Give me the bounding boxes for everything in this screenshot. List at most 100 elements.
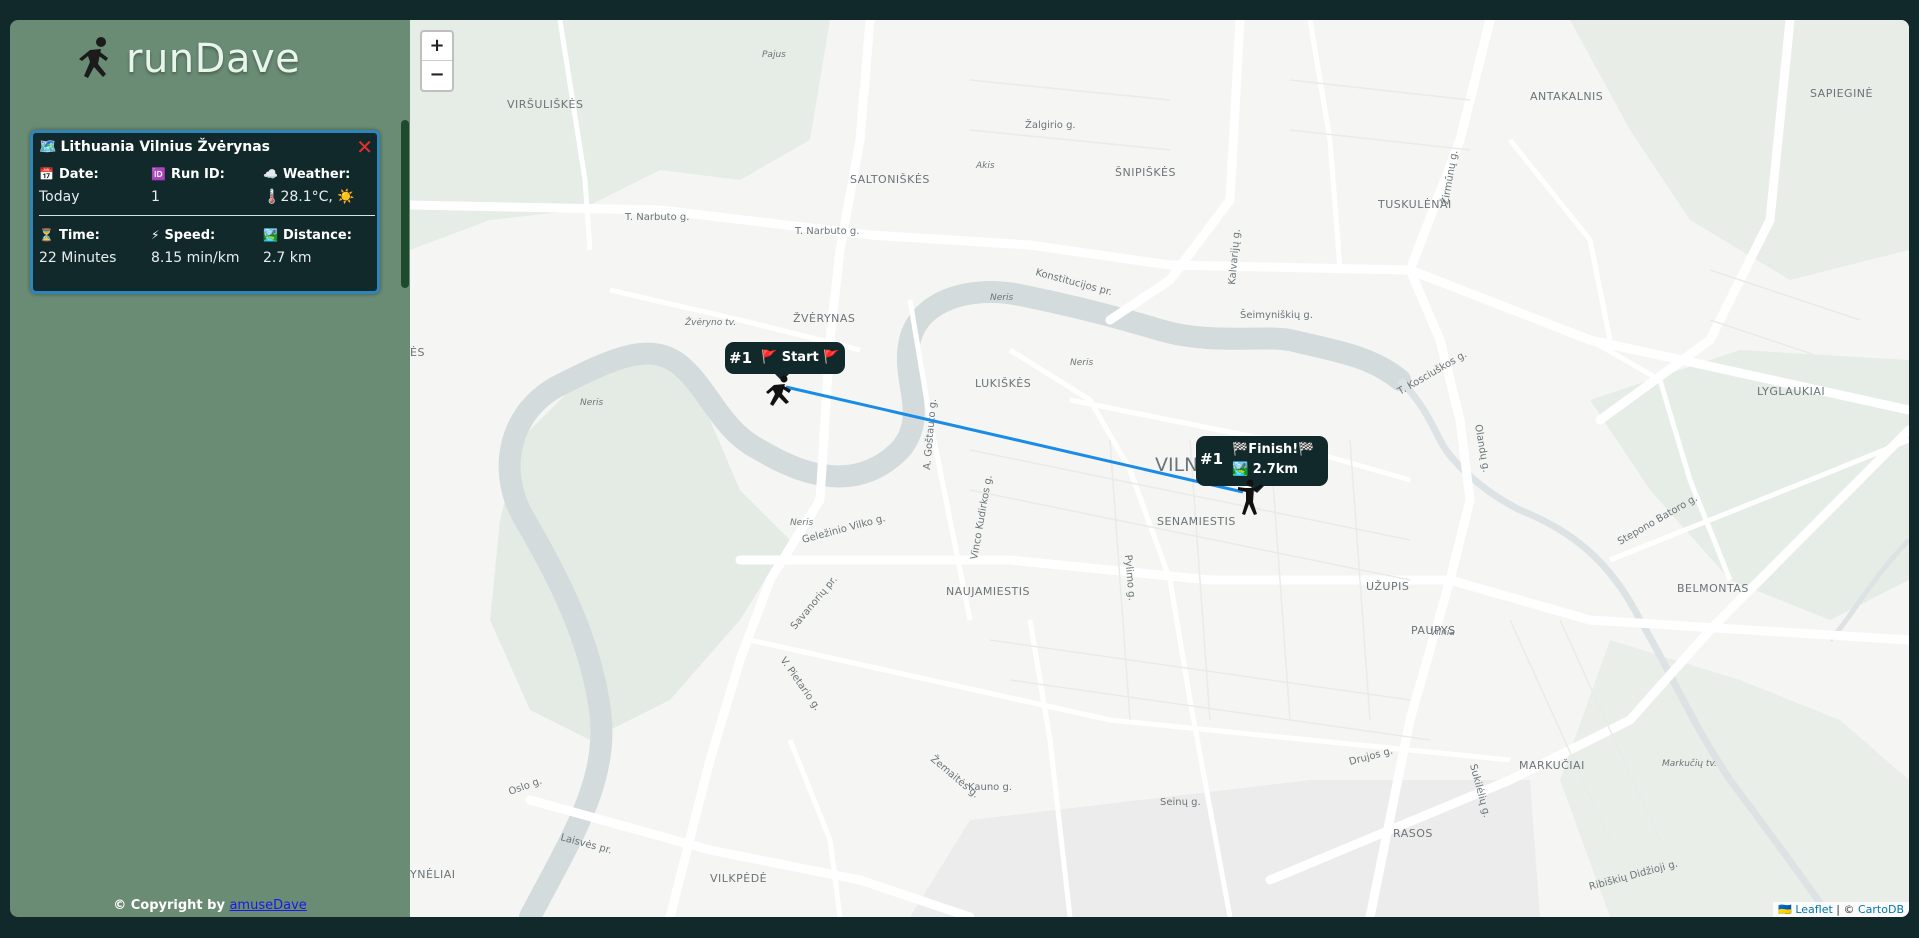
distance-value: 2.7 km [263,250,312,266]
distance-stat: 🏞️ Distance: 2.7 km [263,226,375,268]
map-label: Drujos g. [1348,746,1394,768]
weather-stat: ☁️ Weather: 🌡️28.1°C, ☀️ [263,165,375,207]
map-label: Markučių tv. [1662,758,1717,769]
cloud-icon: ☁️ [263,167,278,181]
date-label: Date: [58,166,99,182]
map-label: Pajus [762,50,786,60]
map-label: Šeimyniškių g. [1240,308,1313,321]
map-label: Kalvarijų g. [1227,228,1243,285]
map-label: VIRŠULIŠKĖS [507,98,583,111]
close-run-button[interactable]: ✕ [356,135,373,159]
map-label: T. Narbuto g. [794,226,859,237]
red-flag-icon: 🚩 [823,350,840,365]
author-link[interactable]: amuseDave [229,898,306,913]
runid-stat: 🆔 Run ID: 1 [151,165,263,207]
map-label: Žemaitės g. [928,752,982,800]
map-label: Akis [975,161,995,171]
map-label: Neris [580,398,603,408]
copyright: © Copyright by amuseDave [10,898,410,913]
map-attribution: 🇺🇦 Leaflet | © CartoDB [1773,902,1909,917]
map-label: MARKUČIAI [1519,759,1585,772]
map-label: SAPIEGINĖ [1810,87,1873,100]
map-label: Vilnia [1430,628,1455,638]
map-label: LYGLAUKIAI [1757,385,1825,398]
sidebar: runDave 🗺️ Lithuania Vilnius Žvėrynas ✕ … [10,20,410,917]
map-label: Kauno g. [968,782,1012,793]
map-label: LUKIŠKĖS [975,377,1031,390]
map-label: Savanorių pr. [789,574,840,632]
time-label: Time: [58,227,100,243]
landscape-icon: 🏞️ [263,228,278,242]
map-label: NAUJAMIESTIS [946,585,1030,598]
map-label: VILKPĖDĖ [710,872,767,885]
map-label: SENAMIESTIS [1157,515,1236,528]
map-label: Žvėryno tv. [684,316,736,328]
finish-runner-marker[interactable] [1230,478,1266,518]
speed-stat: ⚡ Speed: 8.15 min/km [151,226,263,268]
finish-distance: 2.7km [1252,462,1298,477]
landscape-icon: 🏞️ [1232,462,1249,477]
map-label: BELMONTAS [1677,582,1749,595]
map-label: ANTAKALNIS [1530,90,1603,103]
cartodb-link[interactable]: CartoDB [1858,903,1904,916]
run-location: 🗺️ Lithuania Vilnius Žvėrynas [39,139,270,155]
map-label: Neris [990,293,1013,303]
runid-label: Run ID: [170,166,225,182]
map-label: Vinco Kudirkos g. [969,474,995,560]
zoom-out-button[interactable]: − [422,60,452,89]
run-location-text: Lithuania Vilnius Žvėrynas [60,139,270,155]
map-base[interactable]: VIRŠULIŠKĖS SALTONIŠKĖS ŠNIPIŠKĖS ANTAKA… [410,20,1909,917]
app-window: runDave 🗺️ Lithuania Vilnius Žvėrynas ✕ … [10,20,1909,917]
finish-run-number: #1 [1200,450,1224,468]
map-label: YNĖLIAI [410,868,456,881]
finish-label: Finish! [1248,442,1299,457]
hourglass-icon: ⏳ [39,228,54,242]
map-label: T. Narbuto g. [624,212,689,223]
checkered-flag-icon: 🏁 [1298,442,1315,457]
zoom-in-button[interactable]: + [422,32,452,60]
attribution-separator: | © [1836,903,1855,916]
copyright-prefix: © Copyright by [113,898,225,913]
runid-value: 1 [151,189,160,205]
weather-label: Weather: [282,166,351,182]
map-label: Olandų g. [1472,424,1491,474]
app-logo: runDave [68,34,300,84]
calendar-icon: 📅 [39,167,54,181]
map-label: Seinų g. [1160,797,1201,808]
map-label: RASOS [1393,827,1433,840]
leaflet-link[interactable]: Leaflet [1795,903,1832,916]
start-label: Start [781,350,819,365]
zoom-controls: + − [420,30,454,92]
sidebar-scrollbar[interactable] [401,120,409,288]
start-run-number: #1 [729,349,753,367]
map[interactable]: VIRŠULIŠKĖS SALTONIŠKĖS ŠNIPIŠKĖS ANTAKA… [410,20,1909,917]
map-label: ŽVĖRYNAS [793,312,855,325]
map-label: UŽUPIS [1366,580,1409,593]
date-stat: 📅 Date: Today [39,165,151,207]
ukraine-flag-icon: 🇺🇦 [1778,903,1792,916]
map-icon: 🗺️ [39,139,57,155]
speed-value: 8.15 min/km [151,250,240,266]
map-label: Pylimo g. [1122,554,1137,601]
speed-label: Speed: [164,227,216,243]
checkered-flag-icon: 🏁 [1232,442,1249,457]
map-label: ŠNIPIŠKĖS [1115,166,1176,179]
thermometer-icon: 🌡️ [263,189,281,205]
sun-icon: ☀️ [337,189,355,205]
app-title: runDave [126,36,301,82]
start-runner-marker[interactable] [760,374,796,410]
time-value: 22 Minutes [39,250,117,266]
distance-label: Distance: [282,227,352,243]
start-popup[interactable]: #1 🚩 Start 🚩 [725,342,845,381]
date-value: Today [39,189,80,205]
map-label: ĖS [410,346,425,359]
id-icon: 🆔 [151,167,166,181]
map-label: V. Pietario g. [778,655,823,712]
red-flag-icon: 🚩 [761,350,778,365]
lightning-icon: ⚡ [151,228,160,242]
run-stats: 📅 Date: Today 🆔 Run ID: 1 ☁️ Weather: 🌡️28.… [39,165,375,268]
run-card[interactable]: 🗺️ Lithuania Vilnius Žvėrynas ✕ 📅 Date: T… [30,130,380,294]
weather-value: 28.1°C, [280,189,333,205]
time-stat: ⏳ Time: 22 Minutes [39,226,151,268]
map-label: Neris [1070,358,1093,368]
